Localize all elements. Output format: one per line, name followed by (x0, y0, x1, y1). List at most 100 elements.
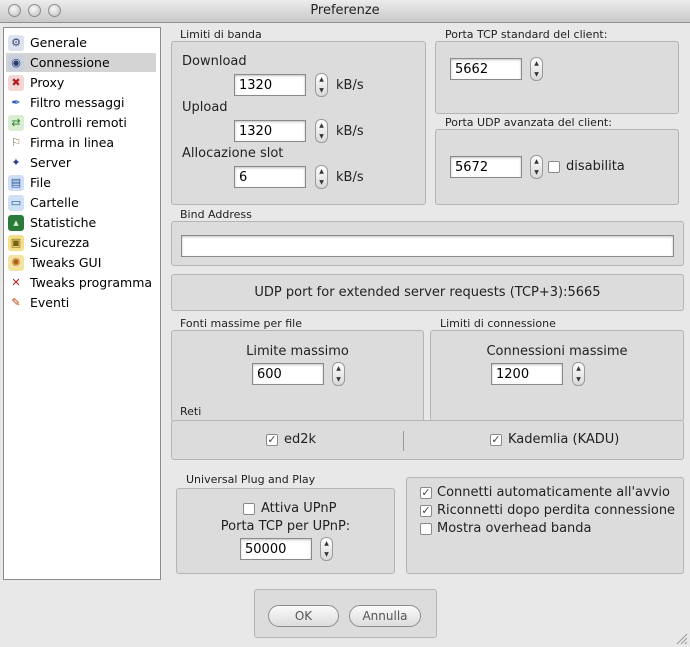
stepper-down-icon[interactable]: ▼ (573, 374, 584, 385)
sources-label: Limite massimo (246, 344, 349, 359)
upnp-port-label: Porta TCP per UPnP: (220, 519, 351, 534)
preferences-window: ⚙ Generale ◉ Connessione ✖ Proxy ✒ Filtr… (0, 23, 690, 647)
sidebar-item-sicurezza[interactable]: ▣ Sicurezza (6, 233, 156, 252)
sources-field[interactable] (252, 363, 324, 385)
udp-disable-checkbox[interactable] (548, 161, 560, 173)
sidebar-item-proxy[interactable]: ✖ Proxy (6, 73, 156, 92)
conn-legend: Limiti di connessione (440, 317, 556, 330)
sidebar-item-controlli-remoti[interactable]: ⇄ Controlli remoti (6, 113, 156, 132)
sidebar-item-firma-in-linea[interactable]: ⚐ Firma in linea (6, 133, 156, 152)
sidebar-item-label: Tweaks programma (30, 275, 153, 290)
sidebar-item-statistiche[interactable]: ▴ Statistiche (6, 213, 156, 232)
udp-disable-label: disabilita (566, 159, 625, 174)
reconnect-label: Riconnetti dopo perdita connessione (437, 503, 676, 518)
stepper-down-icon[interactable]: ▼ (531, 167, 542, 178)
quill-icon: ✒ (11, 96, 21, 109)
sources-stepper[interactable]: ▲ ▼ (332, 362, 345, 386)
stepper-up-icon[interactable]: ▲ (333, 363, 344, 374)
palette-icon: ✺ (8, 254, 24, 271)
auto-connect-checkbox[interactable]: ✓ (420, 487, 432, 499)
upnp-legend: Universal Plug and Play (186, 473, 316, 486)
sidebar-item-tweaks-programma[interactable]: ✕ Tweaks programma (6, 273, 156, 292)
kad-label: Kademlia (KADU) (508, 432, 620, 447)
upnp-port-stepper[interactable]: ▲ ▼ (320, 537, 333, 561)
networks-legend: Reti (180, 405, 202, 418)
download-unit: kB/s (336, 78, 364, 93)
upload-field[interactable] (234, 120, 306, 142)
folder-icon: ▭ (8, 194, 24, 211)
ed2k-label: ed2k (284, 432, 317, 447)
conn-stepper[interactable]: ▲ ▼ (572, 362, 585, 386)
bandwidth-legend: Limiti di banda (180, 28, 262, 41)
tcp-port-stepper[interactable]: ▲ ▼ (530, 57, 543, 81)
sidebar-item-cartelle[interactable]: ▭ Cartelle (6, 193, 156, 212)
sidebar-item-file[interactable]: ▤ File (6, 173, 156, 192)
upnp-enable-checkbox[interactable] (243, 503, 255, 515)
ok-button[interactable]: OK (268, 605, 339, 627)
title-bar: Preferenze (0, 0, 690, 23)
sidebar-item-label: Cartelle (30, 195, 79, 210)
resize-grip-icon[interactable] (676, 633, 688, 645)
stepper-down-icon[interactable]: ▼ (316, 177, 327, 188)
bind-address-field[interactable] (181, 235, 674, 257)
sidebar-item-eventi[interactable]: ✎ Eventi (6, 293, 156, 312)
stepper-up-icon[interactable]: ▲ (531, 58, 542, 69)
stepper-up-icon[interactable]: ▲ (531, 156, 542, 167)
overhead-label: Mostra overhead banda (437, 521, 592, 536)
conn-label: Connessioni massime (486, 344, 628, 359)
sidebar-item-label: Proxy (30, 75, 65, 90)
slot-label: Allocazione slot (182, 146, 284, 161)
bind-legend: Bind Address (180, 208, 252, 221)
udp-port-stepper[interactable]: ▲ ▼ (530, 155, 543, 179)
sidebar-item-label: Generale (30, 35, 87, 50)
stepper-up-icon[interactable]: ▲ (316, 74, 327, 85)
sidebar-item-server[interactable]: ✦ Server (6, 153, 156, 172)
overhead-checkbox[interactable] (420, 523, 432, 535)
network-icon: ◉ (8, 54, 24, 71)
upnp-enable-label: Attiva UPnP (261, 501, 337, 516)
chart-icon: ▴ (8, 214, 24, 231)
stepper-down-icon[interactable]: ▼ (321, 549, 332, 560)
stepper-up-icon[interactable]: ▲ (573, 363, 584, 374)
stepper-up-icon[interactable]: ▲ (316, 166, 327, 177)
udp-port-field[interactable] (450, 156, 522, 178)
slot-stepper[interactable]: ▲ ▼ (315, 165, 328, 189)
tcp-legend: Porta TCP standard del client: (445, 28, 608, 41)
sidebar-item-label: Sicurezza (30, 235, 90, 250)
download-field[interactable] (234, 74, 306, 96)
sidebar: ⚙ Generale ◉ Connessione ✖ Proxy ✒ Filtr… (3, 27, 161, 580)
remote-icon: ⇄ (8, 114, 24, 131)
upload-unit: kB/s (336, 124, 364, 139)
auto-connect-label: Connetti automaticamente all'avvio (437, 485, 670, 500)
slot-unit: kB/s (336, 170, 364, 185)
stepper-down-icon[interactable]: ▼ (333, 374, 344, 385)
tools-icon: ✕ (11, 276, 21, 289)
signpost-icon: ⚐ (11, 136, 21, 149)
proxy-icon: ✖ (8, 74, 24, 91)
download-stepper[interactable]: ▲ ▼ (315, 73, 328, 97)
sidebar-item-tweaks-gui[interactable]: ✺ Tweaks GUI (6, 253, 156, 272)
kad-checkbox[interactable]: ✓ (490, 434, 502, 446)
sidebar-item-label: Firma in linea (30, 135, 115, 150)
conn-field[interactable] (491, 363, 563, 385)
stepper-up-icon[interactable]: ▲ (316, 120, 327, 131)
stepper-down-icon[interactable]: ▼ (316, 131, 327, 142)
sidebar-item-filtro-messaggi[interactable]: ✒ Filtro messaggi (6, 93, 156, 112)
sidebar-item-generale[interactable]: ⚙ Generale (6, 33, 156, 52)
reconnect-checkbox[interactable]: ✓ (420, 505, 432, 517)
upnp-port-field[interactable] (240, 538, 312, 560)
udp-legend: Porta UDP avanzata del client: (445, 116, 612, 129)
lock-icon: ▣ (8, 234, 24, 251)
sidebar-item-label: Tweaks GUI (30, 255, 102, 270)
stepper-down-icon[interactable]: ▼ (316, 85, 327, 96)
sidebar-item-connessione[interactable]: ◉ Connessione (6, 53, 156, 72)
sidebar-item-label: Filtro messaggi (30, 95, 125, 110)
cancel-button[interactable]: Annulla (349, 605, 421, 627)
slot-field[interactable] (234, 166, 306, 188)
stepper-down-icon[interactable]: ▼ (531, 69, 542, 80)
tcp-port-field[interactable] (450, 58, 522, 80)
udp-server-text: UDP port for extended server requests (T… (254, 285, 601, 300)
ed2k-checkbox[interactable]: ✓ (266, 434, 278, 446)
upload-stepper[interactable]: ▲ ▼ (315, 119, 328, 143)
stepper-up-icon[interactable]: ▲ (321, 538, 332, 549)
